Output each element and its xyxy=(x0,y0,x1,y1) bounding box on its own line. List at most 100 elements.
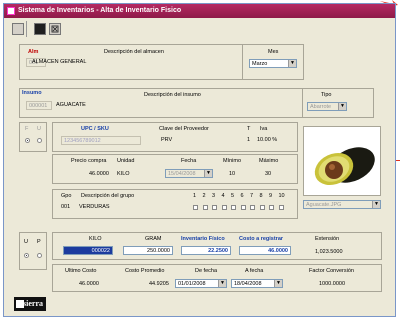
costo-promedio-label: Costo Promedio xyxy=(125,268,165,274)
group-checkbox[interactable] xyxy=(278,205,284,210)
maximo-label: Máximo xyxy=(259,158,279,164)
up-panel: U P xyxy=(19,232,47,270)
iva-label: Iva xyxy=(260,126,268,132)
chevron-down-icon: ▼ xyxy=(274,280,282,287)
logo-mark xyxy=(16,300,24,308)
fecha-select[interactable]: 15/04/2008 ▼ xyxy=(165,169,213,178)
group-number-label: 7 xyxy=(250,193,254,199)
iva-value: 10.00 % xyxy=(257,137,278,143)
costo-field[interactable]: 46.0000 xyxy=(239,246,291,255)
precio-label: Precio compra xyxy=(71,158,107,164)
ultimo-costo-label: Ultimo Costo xyxy=(65,268,97,274)
compra-panel: Precio compra Unidad 46.0000 KILO Fecha … xyxy=(52,154,298,184)
u-unit-label: U xyxy=(24,239,28,245)
group-number-label: 10 xyxy=(278,193,285,199)
new-button[interactable] xyxy=(12,23,24,35)
tipo-label: Tipo xyxy=(321,92,332,98)
gram-input[interactable]: 250.0000 xyxy=(123,246,173,255)
grupo-code: 001 xyxy=(61,204,71,210)
chevron-down-icon: ▼ xyxy=(338,103,346,110)
app-icon xyxy=(7,7,15,15)
insumo-label: Insumo xyxy=(22,90,42,96)
f-label: F xyxy=(25,126,29,132)
almacen-panel: Alm Descripción del almacen 001 ALMACEN … xyxy=(19,44,252,80)
f-radio[interactable] xyxy=(25,138,30,143)
almacen-name-field: ALMACEN GENERAL xyxy=(32,59,87,65)
save-button[interactable] xyxy=(34,23,46,35)
image-file-select[interactable]: Aguacate.JPG ▼ xyxy=(303,200,381,209)
a-fecha-label: A fecha xyxy=(245,268,264,274)
tipo-panel: Tipo Abarrote ▼ xyxy=(302,88,374,118)
de-fecha-select[interactable]: 01/01/2008 ▼ xyxy=(175,279,227,288)
a-fecha-value: 18/04/2008 xyxy=(234,281,262,287)
group-checkbox[interactable] xyxy=(221,205,227,210)
u-label: U xyxy=(37,126,41,132)
upc-field[interactable]: 123456789012 xyxy=(61,136,141,145)
logo-text: sierra xyxy=(23,299,43,308)
kilo-label: KILO xyxy=(89,236,102,242)
costo-label: Costo a registrar xyxy=(239,236,284,242)
group-checkbox[interactable] xyxy=(193,205,198,210)
costo-promedio-value: 44.9205 xyxy=(149,281,169,287)
p-unit-radio[interactable] xyxy=(37,253,42,258)
grupo-checkbox-set: 1 2 3 4 5 6 7 8 9 10 xyxy=(193,193,293,217)
de-fecha-value: 01/01/2008 xyxy=(178,281,206,287)
tipo-select[interactable]: Abarrote ▼ xyxy=(307,102,347,111)
ultimo-costo-value: 46.0000 xyxy=(79,281,99,287)
kilo-input[interactable]: 000022 xyxy=(63,246,113,255)
t-label: T xyxy=(247,126,251,132)
group-number-label: 5 xyxy=(231,193,235,199)
group-checkbox[interactable] xyxy=(231,205,236,210)
u-radio[interactable] xyxy=(37,138,42,143)
group-number-label: 8 xyxy=(259,193,263,199)
image-file-value: Aguacate.JPG xyxy=(306,202,342,208)
inventario-field[interactable]: 22.2500 xyxy=(181,246,231,255)
gpo-label: Gpo xyxy=(61,193,72,199)
insumo-name-field: AGUACATE xyxy=(56,102,86,108)
chevron-down-icon: ▼ xyxy=(218,280,226,287)
mes-label: Mes xyxy=(268,49,279,55)
group-checkbox[interactable] xyxy=(240,205,246,210)
conteo-panel: KILO 000022 GRAM 250.0000 Inventario Fís… xyxy=(52,232,382,260)
sierra-logo: sierra xyxy=(14,297,46,311)
insumo-desc-header: Descripción del insumo xyxy=(144,92,201,98)
exit-button[interactable] xyxy=(49,23,61,35)
mes-select[interactable]: Marzo ▼ xyxy=(249,59,297,68)
insumo-code-field[interactable]: 000001 xyxy=(26,101,52,110)
chevron-down-icon: ▼ xyxy=(288,60,296,67)
group-number-label: 1 xyxy=(193,193,197,199)
group-number-label: 4 xyxy=(221,193,225,199)
group-number-label: 9 xyxy=(269,193,273,199)
proveedor-label: Clave del Proveedor xyxy=(159,126,209,132)
grupo-name: VERDURAS xyxy=(79,204,110,210)
inventario-label: Inventario Físico xyxy=(181,236,225,242)
group-checkbox[interactable] xyxy=(250,205,255,210)
title-bar: Sistema de Inventarios - Alta de Inventa… xyxy=(4,4,395,18)
unidad-label: Unidad xyxy=(117,158,135,164)
product-image-frame xyxy=(303,126,381,196)
group-checkbox[interactable] xyxy=(202,205,208,210)
de-fecha-label: De fecha xyxy=(195,268,218,274)
group-checkbox[interactable] xyxy=(212,205,217,210)
group-checkbox[interactable] xyxy=(269,205,274,210)
p-unit-label: P xyxy=(37,239,41,245)
toolbar xyxy=(4,19,395,39)
fu-panel: F U xyxy=(19,122,47,152)
insumo-panel: Insumo Descripción del insumo 000001 AGU… xyxy=(19,88,304,118)
gram-label: GRAM xyxy=(145,236,162,242)
factor-label: Factor Conversión xyxy=(309,268,354,274)
factor-value: 1000.0000 xyxy=(319,281,345,287)
mes-value: Marzo xyxy=(252,61,268,67)
group-checkbox[interactable] xyxy=(259,205,265,210)
upc-panel: UPC / SKU 123456789012 Clave del Proveed… xyxy=(52,122,298,152)
proveedor-value: PRV xyxy=(161,137,173,143)
chevron-down-icon: ▼ xyxy=(372,201,380,208)
extension-label: Extensión xyxy=(315,236,340,242)
almacen-label: Alm xyxy=(28,49,39,55)
u-unit-radio[interactable] xyxy=(24,253,29,258)
t-value: 1 xyxy=(247,137,251,143)
unidad-value: KILO xyxy=(117,171,130,177)
fecha-value: 15/04/2008 xyxy=(168,171,196,177)
tipo-value: Abarrote xyxy=(310,104,332,110)
a-fecha-select[interactable]: 18/04/2008 ▼ xyxy=(231,279,283,288)
